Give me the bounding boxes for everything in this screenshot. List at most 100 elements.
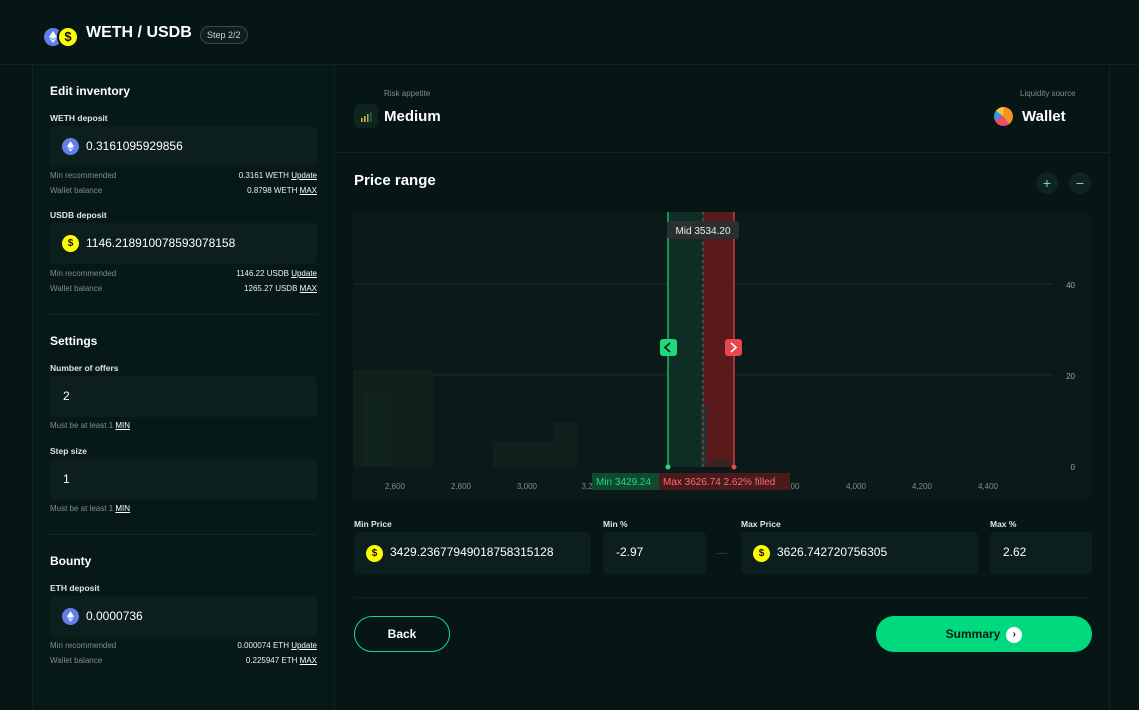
x-tick-label: 2,600 [385,482,406,491]
max-price-label: Max Price [741,519,781,529]
eth-min-label: Min recommended [50,641,117,650]
max-price-value: 3626.742720756305 [777,545,888,559]
eth-balance-row: Wallet balance 0.225947 ETH MAX [50,656,317,665]
offers-hint-text: Must be at least 1 [50,421,114,430]
max-drag-handle[interactable] [725,339,742,356]
usdb-max-link[interactable]: MAX [300,284,317,293]
eth-deposit-label: ETH deposit [50,583,100,593]
edit-inventory-title: Edit inventory [50,84,131,98]
x-tick-label: 2,800 [451,482,472,491]
weth-min-value: 0.3161 WETH [238,171,289,180]
eth-min-row: Min recommended 0.000074 ETH Update [50,641,317,650]
x-tick-label: 4,000 [846,482,867,491]
usdb-update-link[interactable]: Update [291,269,317,278]
step-min-link[interactable]: MIN [115,504,130,513]
max-price-tag: Max 3626.74 2.62% filled [659,473,790,490]
max-pct-input[interactable]: 2.62 [990,532,1092,574]
step-badge: Step 2/2 [200,26,248,44]
offers-min-link[interactable]: MIN [115,421,130,430]
liquidity-source-label: Liquidity source [1020,89,1076,98]
usdb-deposit-label: USDB deposit [50,210,107,220]
min-pct-label: Min % [603,519,628,529]
step-size-input[interactable]: 1 [50,459,317,500]
weth-min-label: Min recommended [50,171,117,180]
price-range-title: Price range [354,172,436,189]
risk-appetite-value[interactable]: Medium [384,108,441,125]
offers-value: 2 [63,389,70,403]
pair-title: WETH / USDB [86,24,192,41]
usdb-deposit-value: 1146.218910078593078158 [86,236,236,250]
usdb-balance-label: Wallet balance [50,284,103,293]
eth-update-link[interactable]: Update [291,641,317,650]
x-tick-label: 3,2 [581,482,593,491]
right-panel-border [1109,65,1110,710]
liquidity-bar [363,392,393,467]
mid-price-label: Mid 3534.20 [675,226,730,237]
token-pair-icons: $ [42,24,82,48]
section-divider [50,534,317,535]
settings-title: Settings [50,334,98,348]
min-price-label: Min Price [354,519,392,529]
range-separator: — [717,548,727,559]
wallet-icon [994,107,1013,126]
section-divider [50,314,317,315]
offers-label: Number of offers [50,363,119,373]
max-price-dot [731,464,737,470]
back-button[interactable]: Back [354,616,450,652]
weth-max-link[interactable]: MAX [300,186,317,195]
usdb-deposit-input[interactable]: $ 1146.218910078593078158 [50,223,317,264]
eth-deposit-value: 0.0000736 [86,609,143,623]
step-hint-text: Must be at least 1 [50,504,114,513]
max-price-input[interactable]: $ 3626.742720756305 [741,532,978,574]
x-tick-label: 4,200 [912,482,933,491]
usdb-min-value: 1146.22 USDB [236,269,289,278]
zoom-out-button[interactable]: − [1069,172,1091,194]
chart-svg: Mid 3534.20 40 20 0 2,600 2,800 3,000 3,… [353,212,1076,491]
liquidity-bar [553,422,578,467]
liquidity-source-value[interactable]: Wallet [1022,108,1066,125]
offers-input[interactable]: 2 [50,376,317,417]
y-tick-label: 20 [1066,372,1075,381]
step-size-value: 1 [63,472,70,486]
chevron-right-icon: › [1006,626,1023,643]
liquidity-bar [493,442,553,467]
usdb-balance-row: Wallet balance 1265.27 USDB MAX [50,284,317,293]
mid-price-tag: Mid 3534.20 [667,221,739,239]
max-pct-value: 2.62 [1003,545,1027,559]
usdb-balance-value: 1265.27 USDB [244,284,298,293]
min-price-tag: Min 3429.24 [592,473,659,490]
risk-bars-icon [354,104,378,128]
summary-button[interactable]: Summary › [876,616,1092,652]
min-pct-value: -2.97 [616,545,644,559]
usdb-min-row: Min recommended 1146.22 USDB Update [50,269,317,278]
weth-min-row: Min recommended 0.3161 WETH Update [50,171,317,180]
x-tick-label: 4,400 [978,482,999,491]
eth-balance-value: 0.225947 ETH [245,656,298,665]
summary-label: Summary [945,627,1001,641]
risk-appetite-label: Risk appetite [384,89,431,98]
min-price-value: 3429.23677949018758315128 [390,545,554,559]
usdb-icon: $ [753,545,770,562]
min-price-dot [665,464,671,470]
weth-deposit-input[interactable]: 0.3161095929856 [50,126,317,167]
zoom-in-button[interactable]: + [1036,172,1058,194]
y-tick-label: 40 [1066,281,1075,290]
eth-icon [62,608,79,625]
usdb-min-label: Min recommended [50,269,117,278]
eth-deposit-input[interactable]: 0.0000736 [50,596,317,637]
weth-update-link[interactable]: Update [291,171,317,180]
section-divider [336,152,1109,153]
usdb-icon: $ [366,545,383,562]
step-size-label: Step size [50,446,87,456]
eth-max-link[interactable]: MAX [300,656,317,665]
min-drag-handle[interactable] [660,339,677,356]
offers-hint: Must be at least 1 MIN [50,421,130,430]
price-range-chart[interactable]: Mid 3534.20 40 20 0 2,600 2,800 3,000 3,… [353,212,1092,500]
min-pct-input[interactable]: -2.97 [603,532,706,574]
min-price-input[interactable]: $ 3429.23677949018758315128 [354,532,591,574]
liquidity-bar [701,404,707,467]
weth-deposit-value: 0.3161095929856 [86,139,183,153]
x-tick-label: 3,000 [517,482,538,491]
liquidity-bar [709,460,731,467]
x-tick-label: 00 [791,482,800,491]
